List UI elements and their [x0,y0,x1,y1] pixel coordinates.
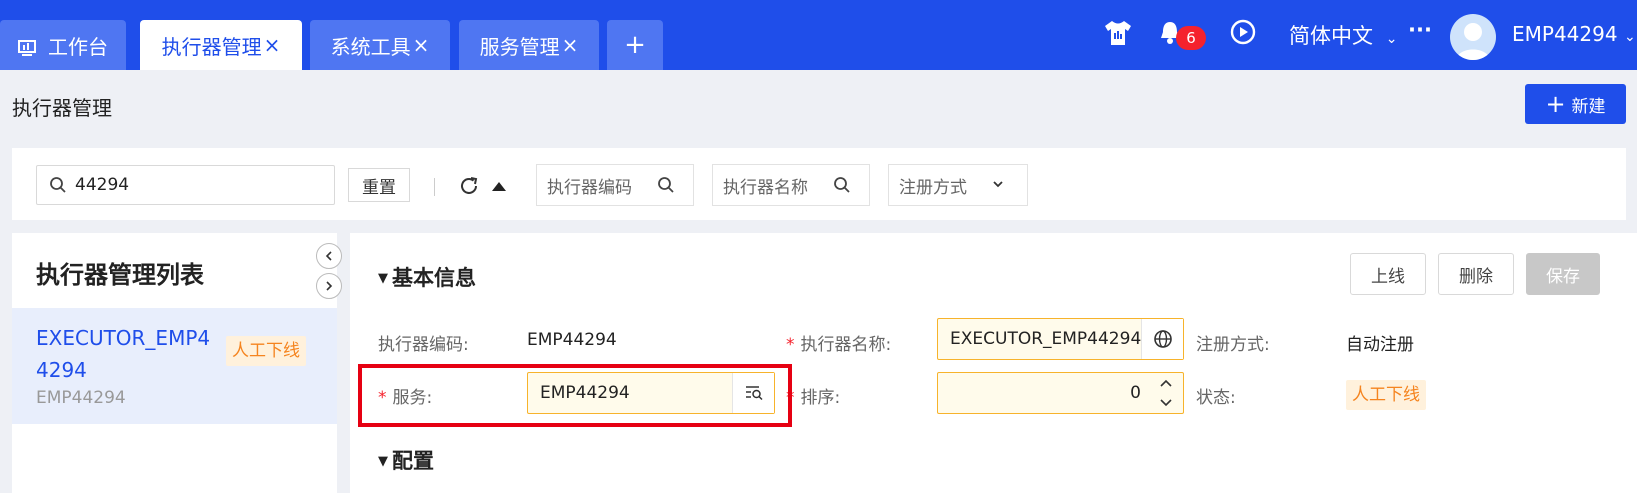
order-label: * 排序: [786,383,840,408]
status-badge: 人工下线 [1346,380,1426,410]
reset-button[interactable]: 重置 [348,168,410,202]
page-title: 执行器管理 [12,96,112,120]
plus-icon: + [1545,90,1566,118]
filter-placeholder: 执行器名称 [723,177,808,198]
search-value: 44294 [75,175,130,195]
tab-workbench[interactable]: 工作台 [0,20,126,70]
caret-down-icon: ▼ [378,271,388,286]
status-badge: 人工下线 [226,336,306,366]
save-button[interactable]: 保存 [1526,253,1600,295]
label-text: 排序: [800,388,841,408]
delete-button[interactable]: 删除 [1438,253,1514,295]
avatar[interactable] [1450,14,1496,60]
tab-executor-management[interactable]: 执行器管理 × [140,20,302,70]
theme-icon[interactable] [1104,20,1132,50]
executor-code-value: EMP44294 [527,330,617,350]
dashboard-icon [18,37,36,56]
section-title: 基本信息 [392,266,476,290]
tab-label: 工作台 [48,34,108,59]
tab-label: 执行器管理 [161,34,262,59]
username: EMP44294 [1512,22,1618,46]
collapse-filter-icon[interactable] [490,178,508,197]
section-config[interactable]: ▼ 配置 [378,445,434,475]
filter-placeholder: 执行器编码 [547,177,632,198]
search-input[interactable]: 44294 [36,165,335,205]
required-marker: * [786,335,795,355]
executor-name-field[interactable]: EXECUTOR_EMP44294 [937,318,1184,360]
play-circle-icon[interactable] [1230,19,1256,49]
new-button-label: 新建 [1571,96,1606,117]
add-tab-button[interactable]: + [607,20,663,70]
list-item-code: EMP44294 [36,388,126,408]
chevron-right-icon[interactable] [316,273,342,299]
executor-code-filter[interactable]: 执行器编码 [536,164,694,206]
highlight-box [358,364,792,427]
tab-service-management[interactable]: 服务管理 × [459,20,599,70]
search-icon [657,176,675,199]
tab-label: 系统工具 [330,34,411,59]
executor-name-label: * 执行器名称: [786,330,891,355]
more-menu-button[interactable]: ··· [1408,18,1432,42]
executor-code-label: 执行器编码: [378,335,469,355]
chevron-down-icon: ⌄ [1385,31,1398,47]
close-icon[interactable]: × [264,33,281,57]
online-button[interactable]: 上线 [1350,253,1426,295]
executor-name-filter[interactable]: 执行器名称 [712,164,870,206]
refresh-icon[interactable] [458,175,480,201]
plus-icon: + [624,30,646,60]
label-text: 执行器名称: [800,335,892,355]
input-value: 0 [1130,383,1141,403]
filter-placeholder: 注册方式 [899,177,967,198]
language-selector[interactable]: 简体中文 ⌄ [1289,20,1397,50]
section-basic-info[interactable]: ▼ 基本信息 [378,262,476,292]
divider [434,178,435,196]
list-title: 执行器管理列表 [36,261,204,289]
order-stepper[interactable]: 0 [937,372,1184,414]
globe-icon[interactable] [1141,319,1183,359]
list-item-name: EXECUTOR_EMP44294 [36,326,211,382]
register-mode-value: 自动注册 [1346,335,1414,355]
section-title: 配置 [392,449,434,473]
user-menu[interactable]: EMP44294 ⌄ [1512,22,1636,46]
chevron-left-icon[interactable] [316,243,342,269]
tab-system-tools[interactable]: 系统工具 × [310,20,450,70]
caret-down-icon: ▼ [378,454,388,469]
input-value: EXECUTOR_EMP44294 [950,329,1142,349]
close-icon[interactable]: × [413,33,430,57]
close-icon[interactable]: × [562,33,579,57]
register-mode-filter[interactable]: 注册方式 [888,164,1028,206]
search-icon [49,176,67,194]
chevron-down-icon [991,176,1005,196]
status-label: 状态: [1196,388,1236,408]
tab-label: 服务管理 [479,34,560,59]
notification-badge: 6 [1176,26,1206,50]
stepper-arrows-icon[interactable] [1159,376,1173,415]
new-button[interactable]: + 新建 [1525,84,1626,124]
chevron-down-icon: ⌄ [1623,29,1636,45]
register-mode-label: 注册方式: [1196,335,1270,355]
language-label: 简体中文 [1289,24,1373,48]
search-icon [833,176,851,199]
